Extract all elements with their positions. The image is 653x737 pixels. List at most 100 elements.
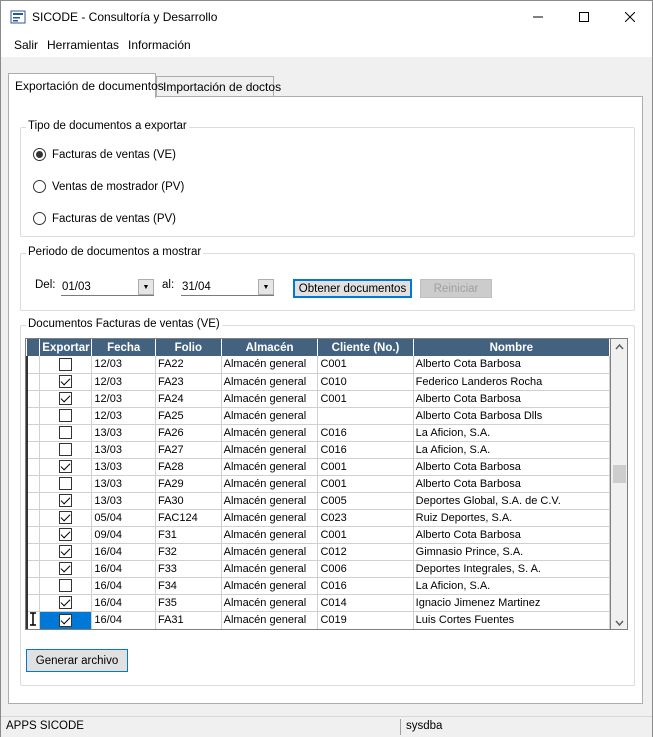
table-row[interactable]: 13/03 FA28 Almacén general C001 Alberto Cota… <box>26 458 610 476</box>
table-row[interactable]: 13/03 FA30 Almacén general C005 Deportes Glo… <box>26 492 610 510</box>
checkbox-checked[interactable] <box>59 511 73 524</box>
col-header-exportar[interactable]: Exportar <box>39 339 93 356</box>
checkbox-checked[interactable] <box>59 545 73 558</box>
exportar-checkbox-cell[interactable] <box>39 390 93 408</box>
obtener-documentos-button[interactable]: Obtener documentos <box>293 279 412 298</box>
cell-almacen: Almacén general <box>221 441 319 459</box>
checkbox-checked[interactable] <box>59 596 73 609</box>
table-row[interactable]: 12/03 FA22 Almacén general C001 Alberto Cota… <box>26 356 610 374</box>
table-row[interactable]: 09/04 F31 Almacén general C001 Alberto Cota … <box>26 526 610 544</box>
generar-archivo-button[interactable]: Generar archivo <box>26 649 128 672</box>
row-header <box>26 492 41 510</box>
window-title: SICODE - Consultoría y Desarrollo <box>32 10 218 24</box>
row-header-corner <box>27 339 41 356</box>
checkbox-checked[interactable] <box>59 494 73 507</box>
tab-exportacion[interactable]: Exportación de documentos <box>8 73 164 98</box>
cell-almacen: Almacén general <box>221 492 319 510</box>
documents-grid: Exportar Fecha Folio Almacén Cliente (No… <box>25 338 611 630</box>
checkbox-unchecked[interactable] <box>59 357 73 371</box>
documentos-group-title: Documentos Facturas de ventas (VE) <box>26 318 222 330</box>
exportar-checkbox-cell[interactable] <box>39 424 93 442</box>
table-row[interactable]: 12/03 FA25 Almacén general Alberto Cota Bar… <box>26 407 610 425</box>
maximize-button[interactable] <box>561 1 607 32</box>
row-header <box>26 458 41 476</box>
menu-salir[interactable]: Salir <box>14 38 38 52</box>
table-row[interactable]: 12/03 FA23 Almacén general C010 Federico Lan… <box>26 373 610 391</box>
grid-vertical-scrollbar[interactable] <box>611 338 628 630</box>
row-header <box>26 594 41 612</box>
cell-fecha: 12/03 <box>91 390 156 408</box>
radio-facturas-ve[interactable]: Facturas de ventas (VE) <box>33 148 176 161</box>
table-row[interactable]: 16/04 F33 Almacén general C006 Deportes Inte… <box>26 560 610 578</box>
close-button[interactable] <box>607 1 653 32</box>
exportar-checkbox-cell[interactable] <box>39 356 93 374</box>
exportar-checkbox-cell[interactable] <box>39 611 93 629</box>
del-date-combo[interactable]: 01/03 ▼ <box>61 279 154 296</box>
cell-almacen: Almacén general <box>221 543 319 561</box>
exportar-checkbox-cell[interactable] <box>39 577 93 595</box>
checkbox-unchecked[interactable] <box>59 426 73 439</box>
cell-nombre: Ruiz Deportes, S.A. <box>413 509 610 527</box>
checkbox-checked[interactable] <box>59 375 73 388</box>
tab-importacion[interactable]: Importación de doctos <box>156 76 281 97</box>
cell-cliente: C001 <box>317 390 414 408</box>
checkbox-unchecked[interactable] <box>59 579 73 592</box>
table-row[interactable]: 16/04 FA31 Almacén general C019 Luis Cortes … <box>26 611 610 629</box>
table-row[interactable]: 16/04 F35 Almacén general C014 Ignacio Jimen… <box>26 594 610 612</box>
exportar-checkbox-cell[interactable] <box>39 509 93 527</box>
exportar-checkbox-cell[interactable] <box>39 492 93 510</box>
periodo-group-title: Periodo de documentos a mostrar <box>26 246 204 258</box>
radio-unselected-icon <box>33 180 46 193</box>
menu-bar: Salir Herramientas Información <box>1 32 652 57</box>
checkbox-unchecked[interactable] <box>59 443 73 456</box>
table-row[interactable]: 13/03 FA27 Almacén general C016 La Aficion, … <box>26 441 610 459</box>
checkbox-checked[interactable] <box>59 613 73 627</box>
minimize-button[interactable] <box>515 1 561 32</box>
table-row[interactable]: 13/03 FA29 Almacén general C001 Alberto Cota… <box>26 475 610 493</box>
cell-folio: FA28 <box>155 458 222 476</box>
cell-almacen: Almacén general <box>221 611 319 629</box>
row-header <box>26 475 41 493</box>
radio-ventas-mostrador-pv[interactable]: Ventas de mostrador (PV) <box>33 180 184 193</box>
checkbox-unchecked[interactable] <box>59 477 73 490</box>
cell-almacen: Almacén general <box>221 526 319 544</box>
col-header-cliente[interactable]: Cliente (No.) <box>317 339 414 356</box>
cell-fecha: 13/03 <box>91 424 156 442</box>
chevron-down-icon[interactable]: ▼ <box>138 279 154 295</box>
cell-nombre: Gimnasio Prince, S.A. <box>413 543 610 561</box>
reiniciar-button[interactable]: Reiniciar <box>420 279 492 298</box>
table-row[interactable]: 05/04 FAC124 Almacén general C023 Ruiz Depor… <box>26 509 610 527</box>
col-header-folio[interactable]: Folio <box>155 339 222 356</box>
exportar-checkbox-cell[interactable] <box>39 526 93 544</box>
checkbox-checked[interactable] <box>59 528 73 541</box>
table-row[interactable]: 16/04 F32 Almacén general C012 Gimnasio Prin… <box>26 543 610 561</box>
checkbox-unchecked[interactable] <box>59 409 73 422</box>
cell-nombre: Alberto Cota Barbosa <box>413 475 610 493</box>
exportar-checkbox-cell[interactable] <box>39 475 93 493</box>
exportar-checkbox-cell[interactable] <box>39 458 93 476</box>
exportar-checkbox-cell[interactable] <box>39 441 93 459</box>
col-header-fecha[interactable]: Fecha <box>91 339 156 356</box>
table-row[interactable]: 12/03 FA24 Almacén general C001 Alberto Cota… <box>26 390 610 408</box>
cell-fecha: 12/03 <box>91 407 156 425</box>
table-row[interactable]: 16/04 F34 Almacén general C016 La Aficion, S… <box>26 577 610 595</box>
al-date-combo[interactable]: 31/04 ▼ <box>181 279 274 296</box>
cell-fecha: 13/03 <box>91 475 156 493</box>
exportar-checkbox-cell[interactable] <box>39 543 93 561</box>
exportar-checkbox-cell[interactable] <box>39 560 93 578</box>
checkbox-checked[interactable] <box>59 392 73 405</box>
cell-nombre: La Aficion, S.A. <box>413 424 610 442</box>
checkbox-checked[interactable] <box>59 562 73 575</box>
exportar-checkbox-cell[interactable] <box>39 594 93 612</box>
radio-facturas-pv[interactable]: Facturas de ventas (PV) <box>33 212 176 225</box>
cell-cliente: C006 <box>317 560 414 578</box>
chevron-down-icon[interactable]: ▼ <box>258 279 274 295</box>
menu-informacion[interactable]: Información <box>128 38 191 52</box>
col-header-almacen[interactable]: Almacén <box>221 339 319 356</box>
exportar-checkbox-cell[interactable] <box>39 407 93 425</box>
table-row[interactable]: 13/03 FA26 Almacén general C016 La Aficion, … <box>26 424 610 442</box>
checkbox-checked[interactable] <box>59 460 73 473</box>
exportar-checkbox-cell[interactable] <box>39 373 93 391</box>
col-header-nombre[interactable]: Nombre <box>413 339 610 356</box>
menu-herramientas[interactable]: Herramientas <box>47 38 119 52</box>
